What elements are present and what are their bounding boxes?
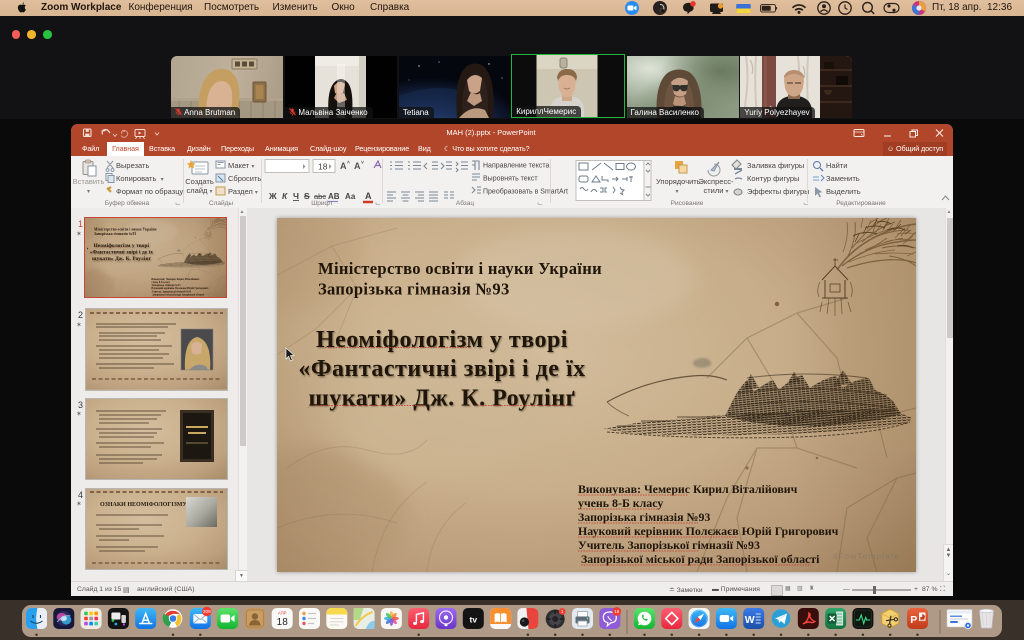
svg-text:Неоміфологізм у творі: Неоміфологізм у творі <box>316 327 568 353</box>
svg-text:tv: tv <box>470 614 478 624</box>
svg-text:Слайды: Слайды <box>209 199 234 207</box>
svg-text:W: W <box>745 614 755 626</box>
svg-text:sFowTemplate: sFowTemplate <box>833 551 900 561</box>
svg-text:18: 18 <box>277 617 289 628</box>
svg-text:⌙: ⌙ <box>375 201 381 208</box>
svg-text:Преобразовать в SmartArt: Преобразовать в SmartArt <box>483 188 568 196</box>
svg-text:ОЗНАКИ НЕОМІФОЛОГІЗМУ: ОЗНАКИ НЕОМІФОЛОГІЗМУ <box>100 502 187 508</box>
svg-text:Контур фигуры: Контур фигуры <box>747 174 799 183</box>
svg-text:Шрифт: Шрифт <box>311 200 332 207</box>
svg-text:Заливка фигуры: Заливка фигуры <box>747 161 804 170</box>
svg-text:⌙: ⌙ <box>175 201 181 208</box>
svg-text:Направление текста: Направление текста <box>483 163 549 170</box>
svg-text:Учитель Запорізької гімназії №: Учитель Запорізької гімназії №93 <box>578 538 760 552</box>
svg-text:К: К <box>282 191 288 201</box>
svg-text:⌙: ⌙ <box>537 201 543 208</box>
svg-text:S: S <box>304 191 310 201</box>
svg-text:Запорізька гімназія №93: Запорізька гімназія №93 <box>578 510 710 524</box>
svg-text:Буфер обмена: Буфер обмена <box>105 199 150 207</box>
svg-text:209: 209 <box>203 609 211 614</box>
svg-text:Рисование: Рисование <box>671 200 704 207</box>
svg-text:Редактирование: Редактирование <box>836 200 886 207</box>
svg-text:А: А <box>340 161 347 171</box>
svg-text:Науковий керівник Полєжаєв Юрі: Науковий керівник Полєжаєв Юрій Григоров… <box>578 524 839 538</box>
svg-text:Выровнять текст: Выровнять текст <box>483 176 538 183</box>
svg-text:P: P <box>910 614 917 626</box>
svg-text:˅: ˅ <box>361 160 364 166</box>
svg-text:Міністерство освіти і науки Ук: Міністерство освіти і науки України <box>318 259 602 278</box>
svg-text:Эффекты фигуры: Эффекты фигуры <box>747 187 810 196</box>
svg-text:Запорізька гімназія №93: Запорізька гімназія №93 <box>318 280 510 299</box>
svg-text:Абзац: Абзац <box>456 199 475 207</box>
svg-text:⌙: ⌙ <box>803 201 809 208</box>
svg-text:Запорізької міської ради Запор: Запорізької міської ради Запорізької обл… <box>581 552 820 566</box>
svg-text:18: 18 <box>614 609 620 614</box>
svg-text:А: А <box>354 161 361 171</box>
svg-text:«Фантастичні звірі і де їх: «Фантастичні звірі і де їх <box>298 356 585 382</box>
svg-text:18: 18 <box>318 162 328 172</box>
svg-text:Найти: Найти <box>826 161 847 170</box>
svg-text:шукати» Дж. К. Роулінґ: шукати» Дж. К. Роулінґ <box>309 385 576 411</box>
svg-text:Виконував: Чемерис Кирил Вітал: Виконував: Чемерис Кирил Віталійович <box>578 482 798 496</box>
svg-text:Заменить: Заменить <box>826 174 860 183</box>
svg-text:А: А <box>365 191 372 201</box>
svg-text:учень 8-Б класу: учень 8-Б класу <box>578 496 663 510</box>
svg-text:АПР: АПР <box>278 610 287 615</box>
svg-text:Аа: Аа <box>345 192 356 201</box>
svg-text:Выделить: Выделить <box>826 187 861 196</box>
svg-text:Ж: Ж <box>268 191 277 201</box>
svg-text:˄: ˄ <box>347 160 350 166</box>
svg-text:Ч: Ч <box>293 191 299 201</box>
